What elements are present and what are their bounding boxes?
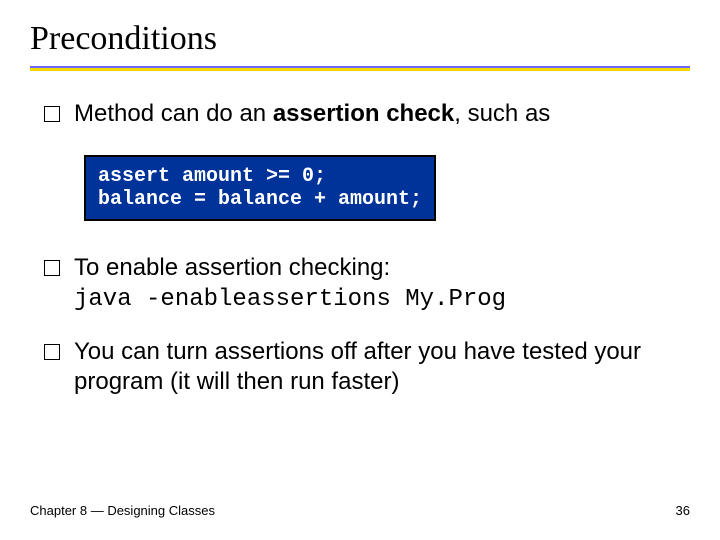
bullet-icon [44,344,60,360]
text-fragment: To enable assertion checking: [74,254,390,281]
text-fragment: , such as [454,100,550,127]
bullet-text: Method can do an assertion check, such a… [74,99,550,129]
footer-left: Chapter 8 — Designing Classes [30,503,215,518]
bullet-text: To enable assertion checking: java -enab… [74,253,506,315]
content-area: Method can do an assertion check, such a… [30,71,690,397]
bullet-icon [44,260,60,276]
code-inline: java -enableassertions My.Prog [74,286,506,313]
bullet-text: You can turn assertions off after you ha… [74,337,690,397]
code-line: balance = balance + amount; [98,188,422,211]
bullet-item: Method can do an assertion check, such a… [44,99,690,129]
slide: Preconditions Method can do an assertion… [0,0,720,540]
text-bold: assertion check [273,100,454,127]
footer: Chapter 8 — Designing Classes 36 [30,503,690,518]
code-block: assert amount >= 0; balance = balance + … [84,155,436,221]
code-line: assert amount >= 0; [98,165,422,188]
slide-title: Preconditions [30,20,690,64]
bullet-item: You can turn assertions off after you ha… [44,337,690,397]
text-fragment: Method can do an [74,100,273,127]
page-number: 36 [676,503,690,518]
title-block: Preconditions [30,20,690,71]
bullet-icon [44,106,60,122]
bullet-item: To enable assertion checking: java -enab… [44,253,690,315]
